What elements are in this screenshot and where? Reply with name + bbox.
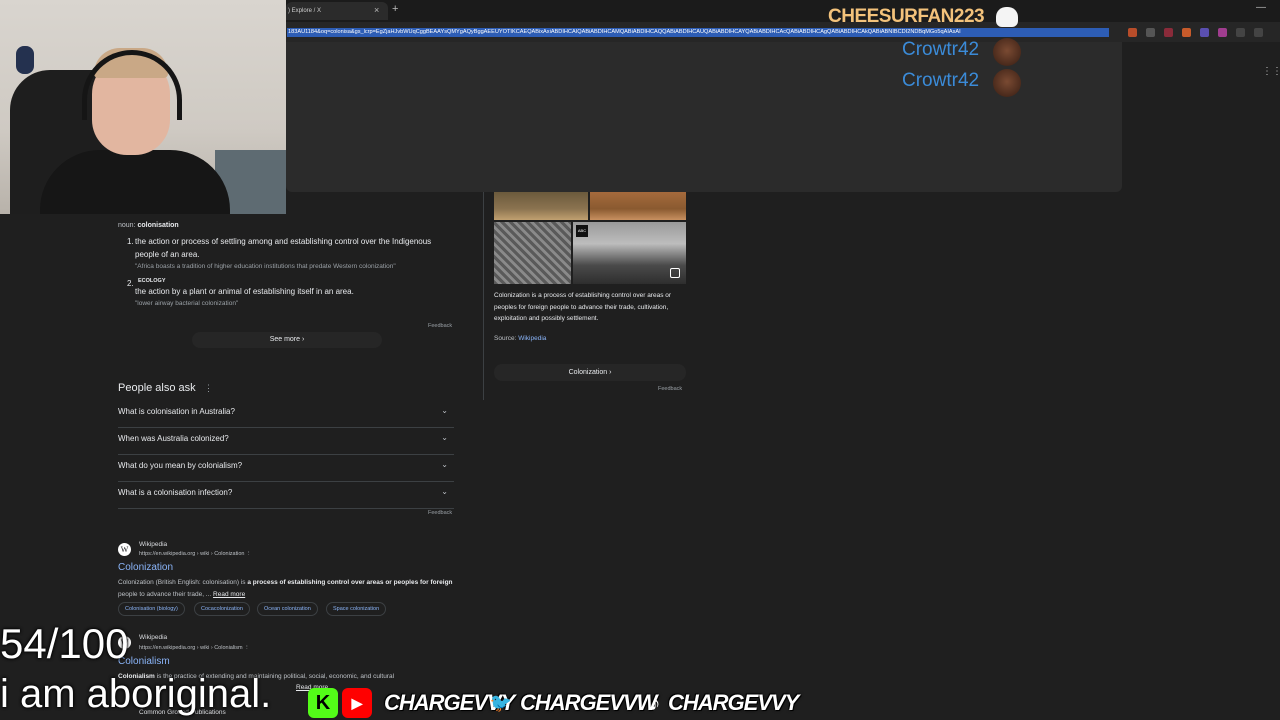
panel-image[interactable] — [494, 222, 571, 284]
social-handle: CHARGEVVW — [520, 690, 657, 715]
result-title-link[interactable]: Colonization — [118, 562, 173, 573]
avatar — [993, 69, 1021, 97]
profile-icon[interactable] — [1254, 28, 1263, 37]
tab-explore-x[interactable]: ) Explore / X × — [286, 2, 388, 20]
related-chip[interactable]: Cocacolonization — [194, 602, 250, 616]
cap-decor — [16, 46, 34, 74]
url-field[interactable]: 183AU1184&oq=colonisa&gs_lcrp=EgZjaHJvbW… — [287, 28, 1109, 37]
snippet-text: Colonization (British English: colonisat… — [118, 579, 248, 586]
definition-number: 2. — [127, 279, 134, 288]
skull-icon — [996, 7, 1018, 27]
extension-icon[interactable] — [1128, 28, 1137, 37]
snippet-text: people to advance their trade, ... — [118, 590, 214, 598]
new-tab-button[interactable]: + — [392, 3, 398, 15]
paa-question[interactable]: What is colonisation in Australia? ⌄ — [118, 401, 454, 428]
colonization-button[interactable]: Colonization › — [494, 364, 686, 381]
noun-label: noun: — [118, 222, 138, 229]
tiktok-icon: ♪ — [649, 690, 661, 715]
extension-icon[interactable] — [1146, 28, 1155, 37]
question-text: What is a colonisation infection? — [118, 488, 233, 497]
source-label: Source: — [494, 335, 519, 342]
chatter-name: Crowtr42 — [902, 39, 980, 60]
social-handle: CHARGEVVY — [668, 690, 799, 715]
panel-source: Source: Wikipedia — [494, 335, 546, 342]
paa-question[interactable]: When was Australia colonized? ⌄ — [118, 428, 454, 455]
feedback-link[interactable]: Feedback — [428, 510, 452, 516]
extension-icon[interactable] — [1164, 28, 1173, 37]
image-gallery-icon[interactable] — [670, 268, 680, 278]
tab-bar: ) Explore / X × + — — [286, 0, 1280, 22]
puzzle-icon[interactable] — [1236, 28, 1245, 37]
question-text: What do you mean by colonialism? — [118, 461, 243, 470]
extension-icon[interactable] — [1200, 28, 1209, 37]
chevron-down-icon: ⌄ — [441, 487, 448, 496]
paa-question[interactable]: What is a colonisation infection? ⌄ — [118, 482, 454, 509]
related-chip[interactable]: Space colonization — [326, 602, 387, 616]
result-site-name: Wikipedia — [139, 541, 168, 548]
question-text: What is colonisation in Australia? — [118, 407, 235, 416]
chevron-down-icon: ⌄ — [441, 433, 448, 442]
see-more-button[interactable]: See more › — [192, 332, 382, 348]
related-chip[interactable]: Colonisation (biology) — [118, 602, 185, 616]
more-options-icon[interactable]: ⋮ — [204, 383, 213, 394]
people-also-ask-title: People also ask — [118, 382, 196, 394]
wikipedia-icon: W — [118, 543, 131, 556]
tab-title: ) Explore / X — [288, 8, 322, 14]
chevron-down-icon: ⌄ — [441, 460, 448, 469]
snippet-bold: a process of establishing control over a… — [247, 579, 453, 586]
panel-divider — [483, 192, 484, 400]
definition-example: "lower airway bacterial colonization" — [135, 300, 239, 307]
definition-text: the action or process of settling among … — [135, 237, 432, 259]
panel-image[interactable]: ABC — [573, 222, 686, 284]
twitter-icon: 🐦 — [489, 693, 513, 713]
panel-image[interactable] — [590, 192, 686, 220]
address-bar: 183AU1184&oq=colonisa&gs_lcrp=EgZjaHJvbW… — [286, 22, 1280, 42]
youtube-icon: ▶ — [342, 688, 372, 718]
noun-word: colonisation — [137, 222, 179, 229]
subscriber-alert: CHEESURFAN223 — [828, 6, 985, 27]
result-breadcrumb: https://en.wikipedia.org › wiki › Coloni… — [139, 645, 250, 651]
extension-icon[interactable] — [1218, 28, 1227, 37]
paa-question[interactable]: What do you mean by colonialism? ⌄ — [118, 455, 454, 482]
definition-number: 1. — [127, 237, 134, 246]
apps-grid-icon[interactable]: ⋮⋮⋮ — [1262, 66, 1280, 77]
feedback-link[interactable]: Feedback — [428, 323, 452, 329]
webcam-feed — [0, 0, 286, 214]
close-icon[interactable]: × — [374, 5, 379, 15]
result-breadcrumb: https://en.wikipedia.org › wiki › Coloni… — [139, 551, 252, 557]
abc-badge: ABC — [576, 225, 588, 237]
question-text: When was Australia colonized? — [118, 434, 229, 443]
minimize-button[interactable]: — — [1256, 2, 1266, 13]
chatter-name: Crowtr42 — [902, 70, 980, 91]
related-chip[interactable]: Ocean colonization — [257, 602, 318, 616]
feedback-link[interactable]: Feedback — [658, 386, 682, 392]
streamer-shirt — [40, 150, 230, 214]
result-site-name: Wikipedia — [139, 634, 168, 641]
omnibox-dropdown — [286, 42, 1122, 192]
avatar — [993, 38, 1021, 66]
goal-counter: 54/100 — [0, 620, 129, 667]
chevron-down-icon: ⌄ — [441, 406, 448, 415]
source-link[interactable]: Wikipedia — [518, 335, 546, 342]
definition-text: the action by a plant or animal of estab… — [135, 287, 354, 296]
panel-image[interactable] — [494, 192, 588, 220]
read-more-link[interactable]: Read more — [213, 591, 245, 598]
result-snippet: Colonization (British English: colonisat… — [118, 577, 458, 600]
noun-line: noun: colonisation — [118, 222, 179, 229]
extension-icon[interactable] — [1182, 28, 1191, 37]
panel-description: Colonization is a process of establishin… — [494, 292, 672, 322]
definition-label: ECOLOGY — [138, 278, 166, 284]
definition-example: "Africa boasts a tradition of higher edu… — [135, 263, 396, 270]
kick-icon: K — [308, 688, 338, 718]
stream-tagline: i am aboriginal. — [0, 672, 272, 716]
